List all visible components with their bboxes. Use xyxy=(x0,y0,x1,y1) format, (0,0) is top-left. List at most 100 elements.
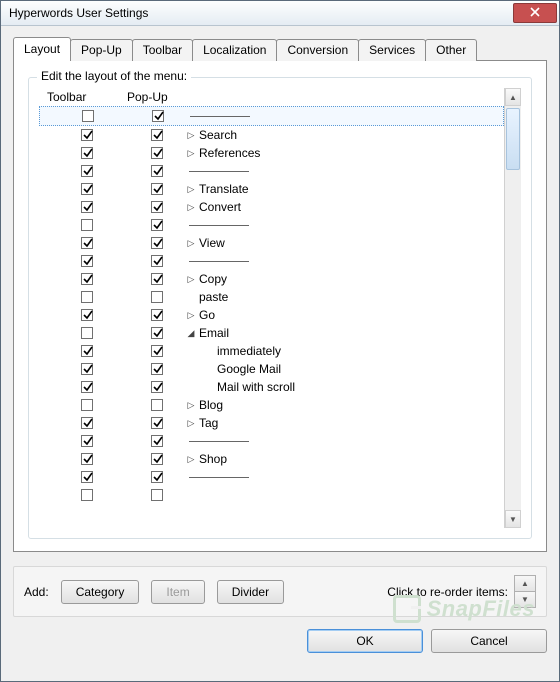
checkbox[interactable] xyxy=(81,147,93,159)
checkbox[interactable] xyxy=(151,471,163,483)
list-row[interactable]: ▷Tag xyxy=(39,414,504,432)
list-row[interactable]: ▷Shop xyxy=(39,450,504,468)
checkbox[interactable] xyxy=(151,255,163,267)
checkbox[interactable] xyxy=(152,110,164,122)
list-row[interactable]: ▷References xyxy=(39,144,504,162)
chevron-right-icon[interactable]: ▷ xyxy=(187,238,195,249)
checkbox[interactable] xyxy=(81,291,93,303)
chevron-down-icon[interactable]: ◢ xyxy=(187,328,195,339)
chevron-right-icon[interactable]: ▷ xyxy=(187,454,195,465)
checkbox[interactable] xyxy=(151,165,163,177)
checkbox[interactable] xyxy=(151,183,163,195)
close-button[interactable] xyxy=(513,3,557,23)
list-row[interactable]: ▷Search xyxy=(39,126,504,144)
add-category-button[interactable]: Category xyxy=(61,580,140,604)
checkbox[interactable] xyxy=(151,345,163,357)
checkbox[interactable] xyxy=(81,219,93,231)
chevron-right-icon[interactable]: ▷ xyxy=(187,148,195,159)
checkbox[interactable] xyxy=(81,309,93,321)
list-row[interactable]: ▷Go xyxy=(39,306,504,324)
checkbox[interactable] xyxy=(81,417,93,429)
add-item-button[interactable]: Item xyxy=(151,580,204,604)
ok-button[interactable]: OK xyxy=(307,629,423,653)
add-divider-button[interactable]: Divider xyxy=(217,580,284,604)
checkbox[interactable] xyxy=(81,165,93,177)
tab-conversion[interactable]: Conversion xyxy=(276,39,359,61)
checkbox[interactable] xyxy=(151,291,163,303)
checkbox[interactable] xyxy=(81,345,93,357)
list-row[interactable] xyxy=(39,162,504,180)
checkbox[interactable] xyxy=(81,363,93,375)
list-row[interactable]: Mail with scroll xyxy=(39,378,504,396)
list-row[interactable]: immediately xyxy=(39,342,504,360)
checkbox[interactable] xyxy=(151,489,163,501)
chevron-right-icon[interactable]: ▷ xyxy=(187,202,195,213)
list-row[interactable]: ▷View xyxy=(39,234,504,252)
tab-services[interactable]: Services xyxy=(358,39,426,61)
chevron-right-icon[interactable]: ▷ xyxy=(187,400,195,411)
chevron-right-icon[interactable]: ▷ xyxy=(187,310,195,321)
checkbox[interactable] xyxy=(151,327,163,339)
checkbox[interactable] xyxy=(81,129,93,141)
list-row[interactable]: ▷Copy xyxy=(39,270,504,288)
checkbox[interactable] xyxy=(81,399,93,411)
checkbox[interactable] xyxy=(81,237,93,249)
checkbox[interactable] xyxy=(151,273,163,285)
checkbox[interactable] xyxy=(151,147,163,159)
reorder-down-button[interactable]: ▼ xyxy=(514,592,536,608)
chevron-right-icon[interactable]: ▷ xyxy=(187,130,195,141)
checkbox[interactable] xyxy=(81,471,93,483)
list-row[interactable] xyxy=(39,486,504,504)
checkbox[interactable] xyxy=(151,453,163,465)
cell-label: ▷Blog xyxy=(187,398,504,412)
checkbox[interactable] xyxy=(151,219,163,231)
checkbox[interactable] xyxy=(151,417,163,429)
cell-label: ▷View xyxy=(187,236,504,250)
checkbox[interactable] xyxy=(151,129,163,141)
list-row[interactable]: paste xyxy=(39,288,504,306)
scroll-down-button[interactable]: ▼ xyxy=(505,510,521,528)
list-row[interactable] xyxy=(39,252,504,270)
checkbox[interactable] xyxy=(81,273,93,285)
checkbox[interactable] xyxy=(151,363,163,375)
checkbox[interactable] xyxy=(151,381,163,393)
list-row[interactable]: ▷Translate xyxy=(39,180,504,198)
checkbox[interactable] xyxy=(81,435,93,447)
chevron-right-icon[interactable]: ▷ xyxy=(187,184,195,195)
tab-pop-up[interactable]: Pop-Up xyxy=(70,39,133,61)
list-row[interactable] xyxy=(39,432,504,450)
list-row[interactable]: Google Mail xyxy=(39,360,504,378)
checkbox[interactable] xyxy=(81,201,93,213)
list-row[interactable]: ▷Convert xyxy=(39,198,504,216)
checkbox[interactable] xyxy=(82,110,94,122)
list-row[interactable]: ◢Email xyxy=(39,324,504,342)
chevron-right-icon[interactable]: ▷ xyxy=(187,418,195,429)
checkbox[interactable] xyxy=(81,183,93,195)
tab-toolbar[interactable]: Toolbar xyxy=(132,39,193,61)
checkbox[interactable] xyxy=(151,399,163,411)
checkbox[interactable] xyxy=(81,327,93,339)
tab-layout[interactable]: Layout xyxy=(13,37,71,61)
scroll-up-button[interactable]: ▲ xyxy=(505,88,521,106)
chevron-right-icon[interactable]: ▷ xyxy=(187,274,195,285)
scroll-thumb[interactable] xyxy=(506,108,520,170)
tabstrip: LayoutPop-UpToolbarLocalizationConversio… xyxy=(13,36,547,60)
checkbox[interactable] xyxy=(151,237,163,249)
checkbox[interactable] xyxy=(151,435,163,447)
checkbox[interactable] xyxy=(81,453,93,465)
scroll-track[interactable] xyxy=(505,106,521,510)
checkbox[interactable] xyxy=(81,381,93,393)
vertical-scrollbar[interactable]: ▲ ▼ xyxy=(504,88,521,528)
list-row[interactable] xyxy=(39,216,504,234)
list-row[interactable] xyxy=(39,468,504,486)
checkbox[interactable] xyxy=(151,201,163,213)
list-row[interactable]: ▷Blog xyxy=(39,396,504,414)
checkbox[interactable] xyxy=(151,309,163,321)
reorder-up-button[interactable]: ▲ xyxy=(514,575,536,592)
cancel-button[interactable]: Cancel xyxy=(431,629,547,653)
checkbox[interactable] xyxy=(81,489,93,501)
tab-localization[interactable]: Localization xyxy=(192,39,277,61)
list-row[interactable] xyxy=(39,106,504,126)
tab-other[interactable]: Other xyxy=(425,39,477,61)
checkbox[interactable] xyxy=(81,255,93,267)
